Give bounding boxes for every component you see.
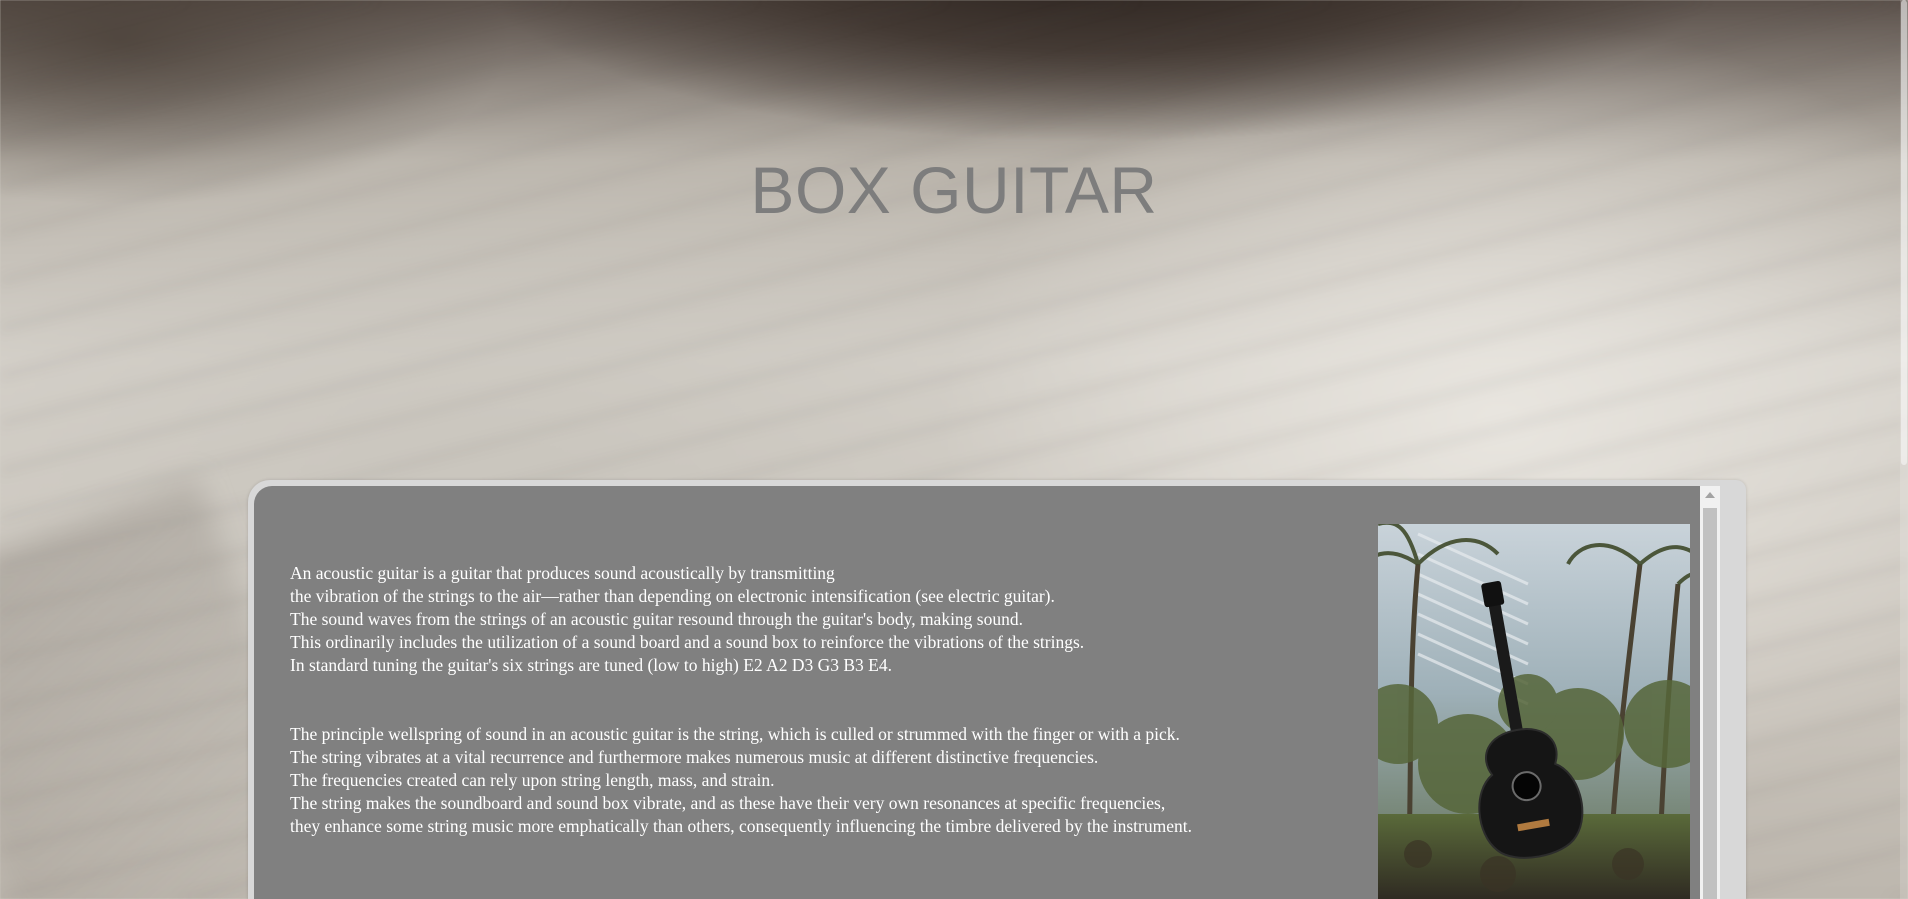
panel-scrollbar[interactable] — [1700, 486, 1720, 899]
paragraph-line: they enhance some string music more emph… — [290, 816, 1192, 836]
paragraph-2: The principle wellspring of sound in an … — [290, 723, 1350, 838]
content-panel[interactable]: An acoustic guitar is a guitar that prod… — [254, 486, 1720, 899]
paragraph-line: The frequencies created can rely upon st… — [290, 770, 775, 790]
paragraph-line: The string makes the soundboard and soun… — [290, 793, 1166, 813]
scrollbar-thumb[interactable] — [1703, 508, 1717, 899]
article-text: An acoustic guitar is a guitar that prod… — [290, 562, 1350, 884]
paragraph-line: the vibration of the strings to the air—… — [290, 586, 1055, 606]
page-title: BOX GUITAR — [750, 153, 1158, 227]
paragraph-line: The sound waves from the strings of an a… — [290, 609, 1023, 629]
content-frame: An acoustic guitar is a guitar that prod… — [248, 480, 1746, 899]
paragraph-line: The principle wellspring of sound in an … — [290, 724, 1180, 744]
page-scrollbar-thumb[interactable] — [1901, 0, 1907, 465]
paragraph-line: An acoustic guitar is a guitar that prod… — [290, 563, 835, 583]
page-scrollbar[interactable] — [1900, 0, 1908, 899]
paragraph-line: The string vibrates at a vital recurrenc… — [290, 747, 1099, 767]
paragraph-line: In standard tuning the guitar's six stri… — [290, 655, 892, 675]
paragraph-line: This ordinarily includes the utilization… — [290, 632, 1085, 652]
scroll-up-arrow-icon[interactable] — [1700, 486, 1720, 504]
paragraph-1: An acoustic guitar is a guitar that prod… — [290, 562, 1350, 677]
acoustic-guitar-photo — [1378, 524, 1690, 899]
